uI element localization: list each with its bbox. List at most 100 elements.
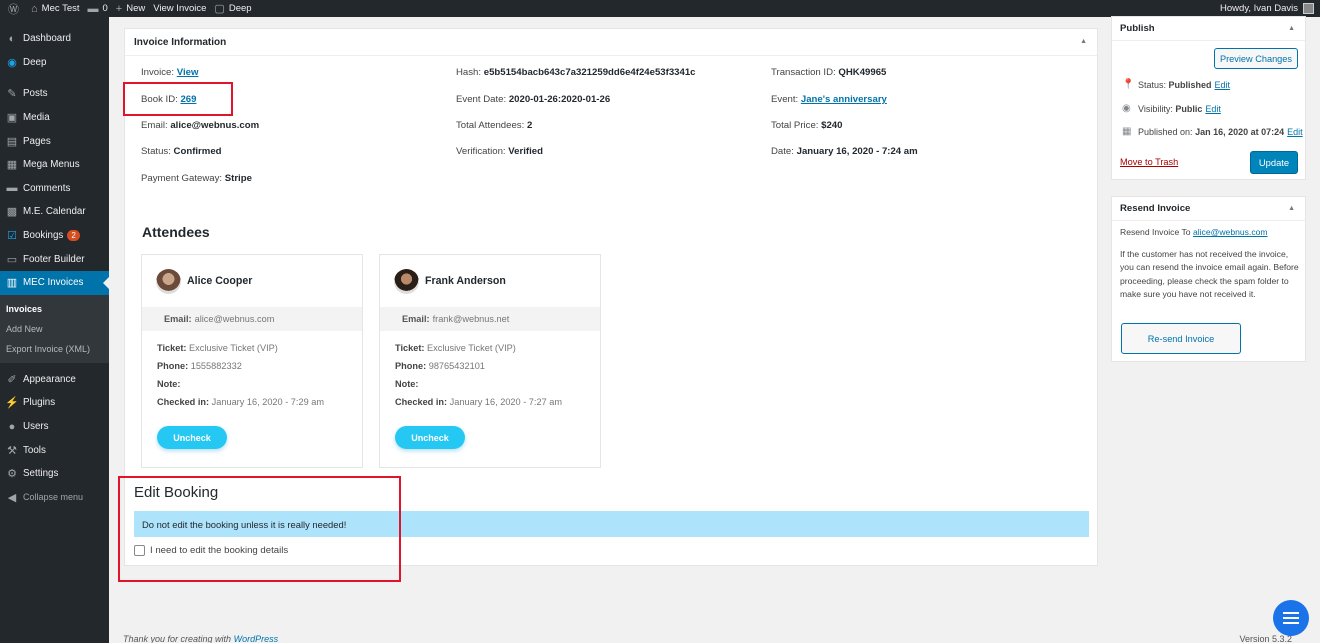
total-attendees-field: Total Attendees: 2 [456,120,533,131]
menu-icon: ▦ [6,159,18,172]
uncheck-button[interactable]: Uncheck [157,426,227,449]
sidebar-item-appearance[interactable]: ✐ Appearance [0,368,109,392]
sidebar-item-media[interactable]: ▣ Media [0,106,109,130]
status-row: 📍 Status: Published Edit [1122,79,1231,90]
sidebar-item-plugins[interactable]: ⚡ Plugins [0,391,109,415]
resend-email-link[interactable]: alice@webnus.com [1193,227,1268,237]
submenu-invoices[interactable]: Invoices [0,299,109,319]
ticket-row: Ticket: Exclusive Ticket (VIP) [395,343,516,353]
status-field: Status: Confirmed [141,146,222,157]
sidebar-item-mega-menus[interactable]: ▦ Mega Menus [0,153,109,177]
phone-row: Phone: 1555882332 [157,361,242,371]
admin-bar: Ⓦ ⌂ Mec Test ▬ 0 + New View Invoice ▢ Deep H… [0,0,1320,17]
attendee-card: Alice Cooper Email: alice@webnus.com Tick… [141,254,363,468]
collapse-toggle-icon[interactable]: ▲ [1288,205,1295,212]
checked-in-row: Checked in: January 16, 2020 - 7:27 am [395,397,563,407]
avatar [1303,3,1314,14]
settings-icon: ⚙ [7,468,17,481]
menu-fab-button[interactable] [1273,600,1309,636]
brush-icon: ✐ [7,373,17,386]
panel-title: Invoice Information [134,36,227,48]
account-menu[interactable]: Howdy, Ivan Davis [1220,3,1314,14]
footer-credit: Thank you for creating with WordPress [123,634,279,643]
invoice-icon: ▥ [6,277,18,290]
collapse-toggle-icon[interactable]: ▲ [1288,25,1295,32]
sidebar-item-dashboard[interactable]: ◐ Dashboard [0,27,109,51]
deep-icon: ◉ [7,56,17,69]
note-row: Note: [157,379,181,389]
sidebar-item-comments[interactable]: ▬ Comments [0,177,109,201]
users-icon: ● [8,420,16,433]
total-price-field: Total Price: $240 [771,120,843,131]
visibility-row: ◉ Visibility: Public Edit [1122,103,1221,114]
invoice-view-link[interactable]: View [177,67,199,78]
edit-status-link[interactable]: Edit [1215,80,1231,90]
uncheck-button[interactable]: Uncheck [395,426,465,449]
admin-sidebar: ◐ Dashboard ◉ Deep ✎ Posts ▣ Media ▤ Pages ▦ M… [0,17,109,643]
event-link[interactable]: Jane's anniversary [801,94,887,105]
version-text: Version 5.3.2 [1239,634,1292,643]
edit-visibility-link[interactable]: Edit [1205,104,1221,114]
sidebar-item-settings[interactable]: ⚙ Settings [0,462,109,486]
submenu-export-invoice[interactable]: Export Invoice (XML) [0,339,109,359]
invoice-details: Invoice: View Book ID: 269 Email: alice@… [141,65,1091,225]
sidebar-item-pages[interactable]: ▤ Pages [0,129,109,153]
avatar [156,268,181,294]
collapse-menu-button[interactable]: ◀ Collapse menu [0,486,109,510]
sidebar-item-footer-builder[interactable]: ▭ Footer Builder [0,247,109,271]
transaction-id-field: Transaction ID: QHK49965 [771,67,887,78]
wordpress-logo-icon[interactable]: Ⓦ [8,1,23,17]
invoice-field: Invoice: View [141,67,199,78]
submenu-add-new[interactable]: Add New [0,319,109,339]
pages-icon: ▤ [6,135,18,148]
home-icon: ⌂ [31,2,38,15]
highlight-box-edit-booking [118,476,401,582]
calendar-icon: ▦ [1122,126,1132,137]
preview-changes-button[interactable]: Preview Changes [1214,48,1298,69]
highlight-box-book-id [123,82,233,116]
resend-invoice-button[interactable]: Re-send Invoice [1121,323,1241,354]
date-field: Date: January 16, 2020 - 7:24 am [771,146,918,157]
deep-link[interactable]: ▢ Deep [214,2,251,15]
phone-row: Phone: 98765432101 [395,361,485,371]
collapse-toggle-icon[interactable]: ▲ [1080,38,1087,45]
attendee-name: Frank Anderson [425,275,506,287]
resend-to-line: Resend Invoice To alice@webnus.com [1120,227,1268,237]
sidebar-item-tools[interactable]: ⚒ Tools [0,438,109,462]
resend-title: Resend Invoice ▲ [1112,197,1305,221]
note-row: Note: [395,379,419,389]
sidebar-item-users[interactable]: ● Users [0,415,109,439]
sidebar-item-deep[interactable]: ◉ Deep [0,51,109,75]
plus-icon: + [115,2,123,15]
pin-icon: ✎ [7,88,17,101]
publish-box: Publish ▲ Preview Changes 📍 Status: Publis… [1111,16,1306,180]
dashboard-icon: ◐ [8,32,16,45]
comment-icon: ▬ [87,2,99,15]
comment-icon: ▬ [6,182,18,195]
move-to-trash-link[interactable]: Move to Trash [1120,157,1178,167]
sidebar-item-mec-invoices[interactable]: ▥ MEC Invoices [0,270,109,295]
collapse-icon: ◀ [7,491,17,504]
comments-link[interactable]: ▬ 0 [88,3,108,15]
sidebar-item-posts[interactable]: ✎ Posts [0,82,109,106]
ticket-row: Ticket: Exclusive Ticket (VIP) [157,343,278,353]
bookings-icon: ☑ [7,230,17,243]
sidebar-item-bookings[interactable]: ☑ Bookings 2 [0,224,109,248]
resend-instructions: If the customer has not received the inv… [1120,249,1299,300]
site-name-link[interactable]: ⌂ Mec Test [31,3,80,15]
wordpress-link[interactable]: WordPress [234,634,279,643]
edit-date-link[interactable]: Edit [1287,127,1303,137]
mec-invoices-submenu: Invoices Add New Export Invoice (XML) [0,294,109,363]
checked-in-row: Checked in: January 16, 2020 - 7:29 am [157,397,325,407]
attendee-email-row: Email: alice@webnus.com [142,307,362,331]
update-button[interactable]: Update [1250,151,1298,174]
attendees-heading: Attendees [142,224,210,240]
deep-icon: ▢ [214,3,225,15]
publish-title: Publish ▲ [1112,17,1305,41]
view-invoice-link[interactable]: View Invoice [153,3,206,14]
attendee-card: Frank Anderson Email: frank@webnus.net Ti… [379,254,601,468]
sidebar-item-me-calendar[interactable]: ▩ M.E. Calendar [0,200,109,224]
new-content-link[interactable]: + New [116,3,145,15]
media-icon: ▣ [6,112,18,125]
email-field: Email: alice@webnus.com [141,120,260,131]
